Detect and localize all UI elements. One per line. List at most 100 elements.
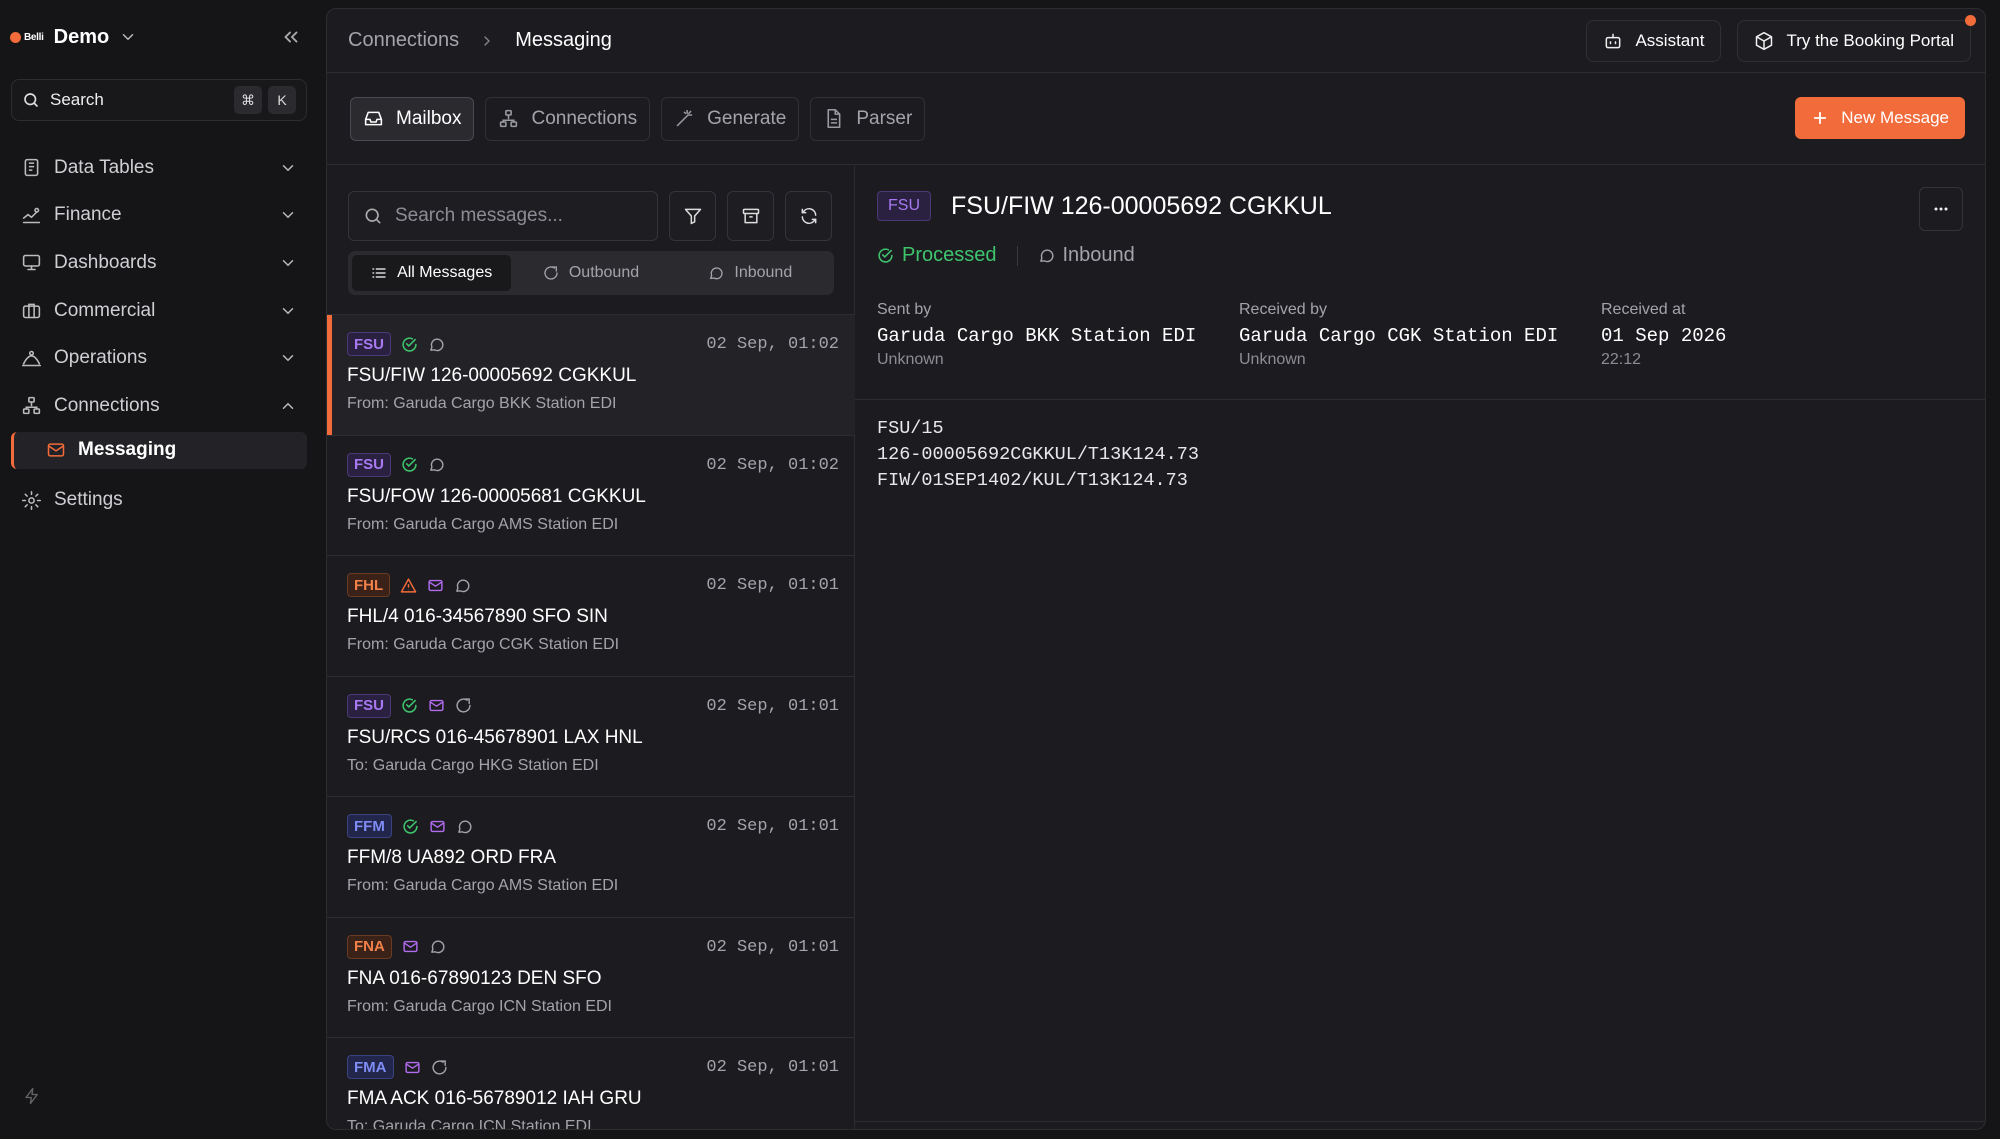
outbound-icon (456, 698, 471, 713)
message-body-line: FSU/15 (877, 418, 944, 439)
detail-type-badge: FSU (877, 191, 931, 221)
sidebar-item-settings[interactable]: Settings (11, 477, 307, 525)
tab-label: Parser (856, 107, 913, 129)
sidebar-item-data-tables[interactable]: Data Tables (11, 144, 307, 192)
sidebar-item-dashboards[interactable]: Dashboards (11, 239, 307, 287)
global-search-label: Search (50, 90, 104, 109)
mail-icon (430, 820, 445, 832)
message-type-badge: FFM (347, 814, 392, 838)
workspace-switcher[interactable]: Belli Demo (10, 22, 137, 52)
mail-icon (47, 443, 65, 457)
message-row[interactable]: FSU 02 Sep, 01:01 FSU/RCS 016-45678901 L… (327, 677, 855, 797)
tab-mailbox[interactable]: Mailbox (350, 96, 475, 141)
detail-header: FSU FSU/FIW 126-00005692 CGKKUL (877, 191, 1332, 221)
mail-icon (429, 699, 444, 712)
sidebar-item-label: Dashboards (54, 251, 157, 273)
tab-label: Generate (707, 107, 787, 129)
search-icon (24, 93, 38, 107)
message-time: 02 Sep, 01:02 (706, 455, 839, 475)
inbound-icon (457, 820, 472, 833)
sidebar-item-finance[interactable]: Finance (11, 192, 307, 240)
top-actions: Assistant Try the Booking Portal (1586, 15, 1976, 62)
meta-sub: Unknown (1239, 351, 1306, 368)
bolt-icon[interactable] (23, 1087, 41, 1105)
inbound-icon (430, 940, 445, 954)
message-row[interactable]: FSU 02 Sep, 01:02 FSU/FOW 126-00005681 C… (327, 436, 855, 556)
tab-connections[interactable]: Connections (485, 96, 651, 141)
collapse-sidebar-icon[interactable] (280, 26, 302, 48)
warning-icon (400, 577, 417, 593)
sidebar-item-messaging[interactable]: Messaging (11, 431, 307, 469)
booking-portal-label: Try the Booking Portal (1786, 31, 1954, 50)
global-search[interactable]: Search ⌘ K (11, 79, 307, 121)
message-party: From: Garuda Cargo CGK Station EDI (347, 636, 620, 653)
message-time: 02 Sep, 01:02 (706, 335, 839, 354)
sidebar-item-commercial[interactable]: Commercial (11, 287, 307, 335)
filter-outbound[interactable]: Outbound (511, 255, 670, 291)
message-row[interactable]: FHL 02 Sep, 01:01 FHL/4 016-34567890 SFO… (327, 556, 855, 677)
sidebar-nav: Data Tables Finance Dashboards Commercia… (11, 144, 307, 524)
filter-label: All Messages (397, 264, 493, 281)
booking-portal-button[interactable]: Try the Booking Portal (1737, 15, 1976, 62)
outbound-icon (431, 1059, 447, 1075)
mail-icon (403, 940, 418, 953)
message-party: From: Garuda Cargo BKK Station EDI (347, 395, 617, 412)
direction-badge: Inbound (1038, 244, 1135, 267)
message-search[interactable] (348, 191, 658, 241)
app-root: Belli Demo Search ⌘ K Data Tables Financ… (0, 0, 2000, 1139)
search-icon (365, 208, 381, 224)
new-message-label: New Message (1841, 108, 1949, 127)
message-body-line: FIW/01SEP1402/KUL/T13K124.73 (877, 470, 1188, 491)
assistant-button[interactable]: Assistant (1586, 20, 1722, 62)
gear-icon (21, 490, 42, 510)
sidebar-item-label: Commercial (54, 299, 156, 321)
refresh-button[interactable] (785, 191, 832, 241)
refresh-icon (801, 207, 816, 225)
detail-status-row: Processed Inbound (877, 244, 1135, 267)
workspace-name: Demo (53, 25, 110, 48)
message-search-input[interactable] (395, 205, 635, 227)
briefcase-icon (22, 303, 41, 319)
message-detail: FSU FSU/FIW 126-00005692 CGKKUL Processe… (855, 166, 1985, 1129)
message-party: From: Garuda Cargo ICN Station EDI (347, 997, 612, 1015)
sidebar-item-connections[interactable]: Connections (11, 382, 307, 430)
network-icon (500, 109, 518, 128)
meta-label: Received at (1601, 301, 1686, 318)
meta-sub: 22:12 (1601, 351, 1642, 368)
chevron-down-icon (282, 212, 294, 219)
new-message-button[interactable]: New Message (1795, 97, 1965, 139)
outbound-icon (544, 266, 558, 280)
message-type-badge: FMA (347, 1055, 394, 1079)
message-row[interactable]: FFM 02 Sep, 01:01 FFM/8 UA892 ORD FRA Fr… (327, 797, 855, 918)
kbd-cmd: ⌘ (234, 86, 262, 114)
more-options-button[interactable] (1919, 187, 1963, 231)
check-circle-icon (402, 336, 417, 352)
message-row[interactable]: FSU 02 Sep, 01:02 FSU/FIW 126-00005692 C… (327, 315, 855, 436)
message-type-badge: FSU (347, 452, 391, 477)
tab-generate[interactable]: Generate (661, 96, 800, 141)
inbound-icon (456, 579, 470, 592)
message-row[interactable]: FNA 02 Sep, 01:01 FNA 016-67890123 DEN S… (327, 918, 855, 1038)
message-time: 02 Sep, 01:01 (706, 1058, 839, 1077)
tab-parser[interactable]: Parser (810, 96, 926, 141)
message-title: FMA ACK 016-56789012 IAH GRU (347, 1088, 642, 1109)
archive-button[interactable] (727, 191, 774, 241)
chevron-right-icon (484, 35, 491, 46)
message-row[interactable]: FMA 02 Sep, 01:01 FMA ACK 016-56789012 I… (327, 1038, 855, 1129)
filter-button[interactable] (669, 191, 716, 241)
breadcrumb-parent[interactable]: Connections (348, 29, 459, 52)
sidebar-item-label: Operations (54, 347, 147, 369)
breadcrumb-current: Messaging (515, 29, 612, 51)
message-time: 02 Sep, 01:01 (706, 937, 839, 957)
inbound-icon (430, 338, 444, 351)
tab-label: Connections (531, 107, 638, 129)
bot-icon (1606, 33, 1621, 49)
sidebar-item-operations[interactable]: Operations (11, 334, 307, 382)
filter-all-messages[interactable]: All Messages (352, 255, 512, 291)
message-body-line: 126-00005692CGKKUL/T13K124.73 (877, 444, 1199, 465)
chevron-down-icon (122, 34, 134, 41)
filter-inbound[interactable]: Inbound (671, 255, 830, 291)
message-party: To: Garuda Cargo HKG Station EDI (347, 756, 599, 774)
check-circle-icon (878, 248, 893, 263)
direction-label: Inbound (1062, 244, 1135, 266)
